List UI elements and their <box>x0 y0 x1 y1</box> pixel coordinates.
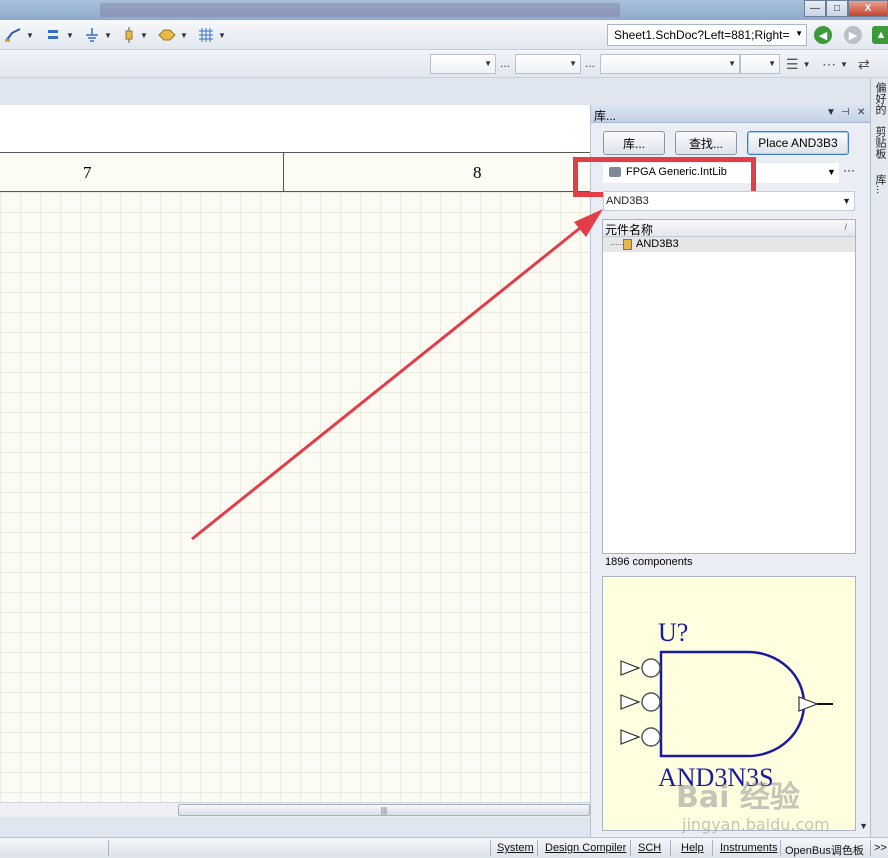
status-separator <box>108 840 109 856</box>
status-separator <box>712 840 713 856</box>
status-design-compiler[interactable]: Design Compiler <box>545 842 626 854</box>
status-openbus[interactable]: OpenBus调色板 <box>785 842 864 858</box>
tab-favorites[interactable]: 偏好的 <box>873 82 887 115</box>
status-help[interactable]: Help <box>681 842 704 854</box>
status-sch[interactable]: SCH <box>638 842 661 854</box>
tab-libraries[interactable]: 库... <box>873 174 887 194</box>
status-bar: System Design Compiler SCH Help Instrume… <box>0 837 888 857</box>
status-separator <box>870 840 871 856</box>
status-instruments[interactable]: Instruments <box>720 842 777 854</box>
tab-clipboard[interactable]: 剪贴板 <box>873 126 887 159</box>
status-separator <box>630 840 631 856</box>
annotation-arrow <box>191 209 603 541</box>
status-separator <box>490 840 491 856</box>
side-panel-tabs: 偏好的 剪贴板 库... <box>870 78 888 837</box>
status-separator <box>537 840 538 856</box>
status-overflow[interactable]: >> <box>874 842 887 854</box>
status-system[interactable]: System <box>497 842 534 854</box>
status-separator <box>670 840 671 856</box>
status-separator <box>780 840 781 856</box>
